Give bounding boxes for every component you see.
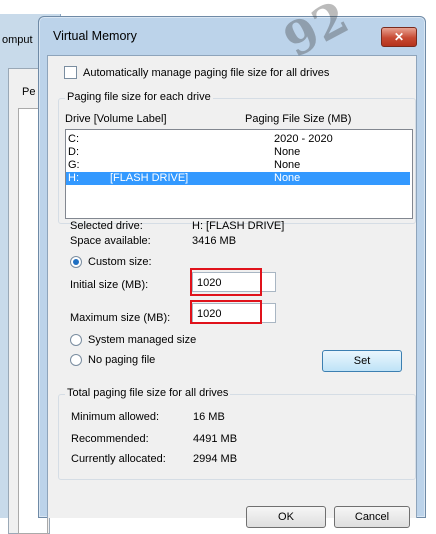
size-column-header: Paging File Size (MB)	[245, 113, 352, 125]
auto-manage-label: Automatically manage paging file size fo…	[83, 66, 330, 79]
recommended-value: 4491 MB	[193, 433, 238, 445]
total-group-label: Total paging file size for all drives	[65, 387, 231, 399]
minimum-allowed-value: 16 MB	[193, 411, 225, 423]
initial-size-label: Initial size (MB):	[70, 279, 149, 291]
drive-paging-size: None	[274, 159, 301, 171]
drive-volume-label: [FLASH DRIVE]	[110, 172, 189, 184]
total-paging-group: Total paging file size for all drives Mi…	[58, 387, 416, 480]
maximum-size-label: Maximum size (MB):	[70, 312, 171, 324]
drive-letter: D:	[68, 146, 79, 158]
no-paging-radio[interactable]	[70, 354, 82, 366]
no-paging-radio-row[interactable]: No paging file	[70, 354, 155, 366]
drive-letter: C:	[68, 133, 79, 145]
cancel-button[interactable]: Cancel	[334, 506, 410, 528]
drive-paging-size: None	[274, 146, 301, 158]
drive-listbox[interactable]: C: 2020 - 2020 D: None G: None H: [FLASH…	[65, 129, 413, 219]
maximum-size-highlight	[190, 300, 262, 324]
system-managed-radio[interactable]	[70, 334, 82, 346]
drive-paging-size: 2020 - 2020	[274, 133, 333, 145]
close-icon: ✕	[393, 30, 405, 44]
dialog-title: Virtual Memory	[53, 29, 137, 43]
close-button[interactable]: ✕	[381, 27, 417, 47]
background-window-title: omput	[2, 34, 33, 46]
currently-allocated-value: 2994 MB	[193, 453, 238, 465]
paging-group-label: Paging file size for each drive	[65, 91, 213, 103]
drive-letter: G:	[68, 159, 80, 171]
space-available-value: 3416 MB	[192, 235, 237, 247]
dialog-client-area: Automatically manage paging file size fo…	[47, 55, 417, 528]
background-tab-text: Pe	[22, 86, 36, 98]
custom-size-radio[interactable]	[70, 256, 82, 268]
drive-letter: H:	[68, 172, 79, 184]
space-available-label: Space available:	[70, 235, 151, 247]
minimum-allowed-label: Minimum allowed:	[71, 411, 160, 423]
drive-row-g[interactable]: G: None	[66, 159, 410, 172]
drive-row-c[interactable]: C: 2020 - 2020	[66, 133, 410, 146]
custom-size-label: Custom size:	[88, 256, 152, 268]
currently-allocated-label: Currently allocated:	[71, 453, 166, 465]
selected-drive-value: H: [FLASH DRIVE]	[192, 220, 285, 232]
no-paging-label: No paging file	[88, 354, 156, 366]
paging-file-group: Paging file size for each drive Drive [V…	[58, 91, 416, 224]
selected-drive-label: Selected drive:	[70, 220, 143, 232]
auto-manage-checkbox-row[interactable]: Automatically manage paging file size fo…	[64, 66, 329, 79]
virtual-memory-dialog: Virtual Memory ✕ Automatically manage pa…	[38, 16, 426, 528]
drive-paging-size: None	[274, 172, 301, 184]
drive-row-d[interactable]: D: None	[66, 146, 410, 159]
recommended-label: Recommended:	[71, 433, 149, 445]
system-managed-radio-row[interactable]: System managed size	[70, 334, 196, 346]
drive-row-h-selected[interactable]: H: [FLASH DRIVE] None	[66, 172, 410, 185]
set-button[interactable]: Set	[322, 350, 402, 372]
initial-size-highlight	[190, 268, 262, 296]
system-managed-label: System managed size	[88, 334, 197, 346]
ok-button[interactable]: OK	[246, 506, 326, 528]
custom-size-radio-row[interactable]: Custom size:	[70, 256, 152, 268]
drive-column-header: Drive [Volume Label]	[65, 113, 167, 125]
auto-manage-checkbox[interactable]	[64, 66, 77, 79]
